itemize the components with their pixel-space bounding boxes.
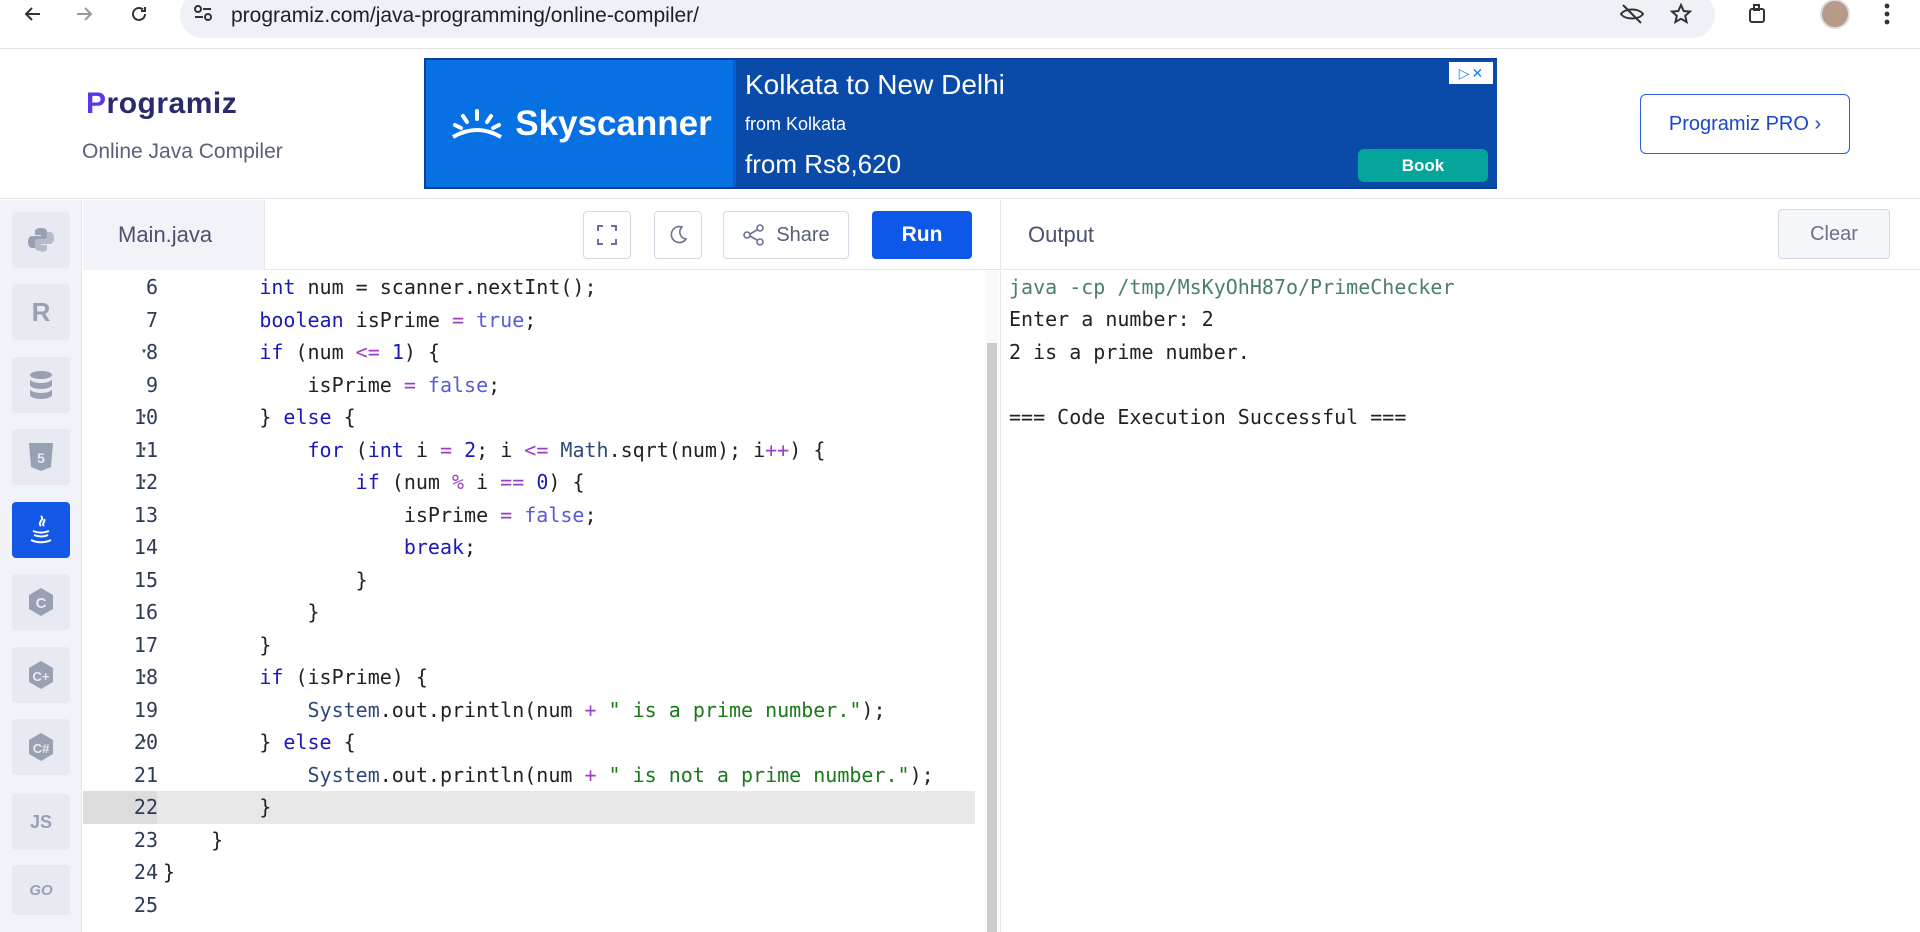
forward-icon[interactable] (67, 0, 101, 28)
dark-mode-moon-icon[interactable] (654, 211, 702, 259)
java-icon[interactable] (12, 502, 70, 558)
clear-button[interactable]: Clear (1778, 209, 1890, 259)
output-line: 2 is a prime number. (1009, 340, 1250, 364)
svg-text:C#: C# (33, 741, 50, 756)
active-line: 22 } (83, 791, 975, 824)
javascript-icon[interactable]: JS (12, 794, 70, 850)
svg-text:C: C (36, 595, 47, 612)
skyscanner-sun-icon (452, 108, 503, 139)
svg-text:5: 5 (37, 450, 45, 466)
programiz-pro-button[interactable]: Programiz PRO › (1640, 94, 1850, 154)
editor-scrollbar[interactable] (985, 271, 999, 932)
extensions-icon[interactable] (1740, 0, 1774, 28)
ad-title: Kolkata to New Delhi (745, 69, 1005, 100)
reload-icon[interactable] (122, 0, 156, 28)
ad-brand: Skyscanner (426, 60, 733, 187)
ad-from-city: from Kolkata (745, 114, 847, 134)
r-language-icon[interactable]: R (12, 284, 70, 340)
share-icon (743, 224, 765, 246)
browser-toolbar: programiz.com/java-programming/online-co… (0, 0, 1920, 49)
code-editor[interactable]: 6 int num = scanner.nextInt(); 7 boolean… (83, 271, 985, 932)
profile-avatar[interactable] (1818, 0, 1852, 29)
output-line: Enter a number: 2 (1009, 307, 1214, 331)
url-text[interactable]: programiz.com/java-programming/online-co… (231, 4, 699, 28)
site-header: Programiz Online Java Compiler Skyscanne… (0, 49, 1920, 199)
output-success: === Code Execution Successful === (1009, 405, 1407, 429)
site-info-icon[interactable] (192, 2, 214, 29)
output-toolbar: Output Clear (1000, 200, 1920, 270)
ad-price: from Rs8,620 (745, 149, 902, 179)
editor-toolbar: Main.java Share Run (83, 200, 1000, 270)
output-console[interactable]: java -cp /tmp/MsKyOhH87o/PrimeChecker En… (1000, 271, 1920, 932)
svg-text:C+: C+ (33, 669, 50, 684)
ad-content: Kolkata to New Delhi from Kolkata from R… (736, 60, 1497, 187)
eye-off-icon[interactable] (1615, 0, 1649, 28)
run-button[interactable]: Run (872, 211, 972, 259)
output-command: java -cp /tmp/MsKyOhH87o/PrimeChecker (1009, 275, 1455, 299)
go-language-icon[interactable]: GO (12, 865, 70, 915)
bookmark-star-icon[interactable] (1664, 0, 1698, 28)
page-subtitle: Online Java Compiler (82, 140, 283, 163)
ad-book-button[interactable]: Book (1358, 149, 1488, 182)
fullscreen-icon[interactable] (583, 211, 631, 259)
language-sidebar: R 5 C C+ C# JS GO (0, 200, 82, 932)
sql-database-icon[interactable] (12, 357, 70, 413)
python-icon[interactable] (12, 212, 70, 268)
file-tab[interactable]: Main.java (83, 200, 265, 270)
cpp-language-icon[interactable]: C+ (12, 647, 70, 703)
adchoices-icon[interactable]: ▷ (1459, 65, 1470, 82)
ad-close-controls[interactable]: ▷ ✕ (1449, 62, 1493, 84)
share-button[interactable]: Share (723, 211, 849, 259)
close-icon[interactable]: ✕ (1472, 65, 1484, 82)
menu-kebab-icon[interactable] (1870, 0, 1904, 28)
back-icon[interactable] (16, 0, 50, 28)
csharp-language-icon[interactable]: C# (12, 719, 70, 775)
programiz-logo[interactable]: Programiz (86, 87, 237, 121)
html5-icon[interactable]: 5 (12, 429, 70, 485)
ad-banner[interactable]: Skyscanner Kolkata to New Delhi from Kol… (424, 58, 1497, 189)
c-language-icon[interactable]: C (12, 574, 70, 630)
editor-scrollbar-thumb[interactable] (987, 343, 997, 932)
output-title: Output (1028, 222, 1095, 247)
